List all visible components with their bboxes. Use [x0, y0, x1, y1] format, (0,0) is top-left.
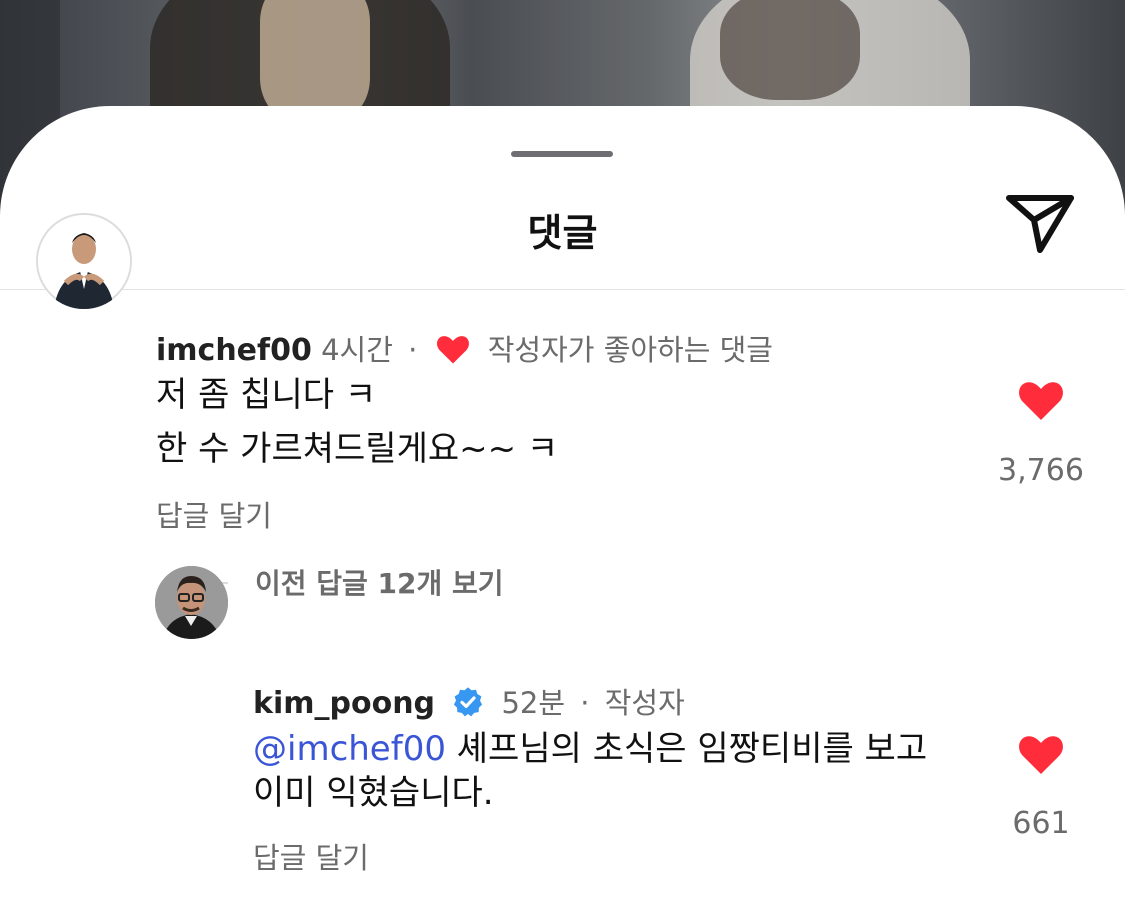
mention-link[interactable]: @imchef00 [253, 729, 446, 769]
reply-button[interactable]: 답글 달기 [156, 493, 272, 535]
username[interactable]: imchef00 [156, 333, 312, 368]
timestamp: 4시간 [321, 333, 393, 367]
comment-text: 셰프님의 초식은 임짱티비를 보고 [445, 729, 928, 769]
like-button[interactable] [1016, 378, 1066, 426]
sheet-grabber[interactable] [511, 151, 613, 157]
comment-text-line-1: @imchef00 셰프님의 초식은 임짱티비를 보고 [253, 724, 927, 774]
like-count: 661 [1012, 806, 1070, 841]
heart-icon [435, 333, 471, 372]
timestamp: 52분 [501, 686, 566, 720]
verified-badge-icon [452, 686, 484, 725]
comment-text-line-2: 한 수 가르쳐드릴게요~~ ㅋ [156, 429, 559, 469]
view-replies-label: 이전 답글 12개 보기 [255, 567, 504, 600]
header-divider [0, 289, 1125, 290]
heart-icon [1019, 382, 1063, 420]
like-button[interactable] [1016, 732, 1066, 780]
comment-meta: imchef00 4시간 · 작성자가 좋아하는 댓글 [156, 327, 773, 372]
avatar-image [38, 215, 130, 309]
comment-meta: kim_poong 52분 · 작성자 [253, 680, 685, 725]
reply-button[interactable]: 답글 달기 [253, 835, 369, 877]
avatar-imchef00[interactable] [36, 213, 132, 309]
paper-plane-icon [1006, 195, 1074, 253]
sheet-title: 댓글 [527, 211, 598, 255]
avatar-kim-poong[interactable] [155, 566, 228, 639]
username[interactable]: kim_poong [253, 686, 435, 721]
author-label: 작성자 [604, 686, 685, 720]
creator-liked-label: 작성자가 좋아하는 댓글 [487, 333, 773, 367]
comment-text-line-2: 이미 익혔습니다. [253, 773, 494, 813]
like-count: 3,766 [998, 453, 1084, 488]
comment-text-line-1: 저 좀 칩니다 ㅋ [156, 375, 377, 415]
share-button[interactable] [1004, 192, 1076, 256]
avatar-image [155, 566, 228, 639]
heart-icon [1019, 736, 1063, 774]
